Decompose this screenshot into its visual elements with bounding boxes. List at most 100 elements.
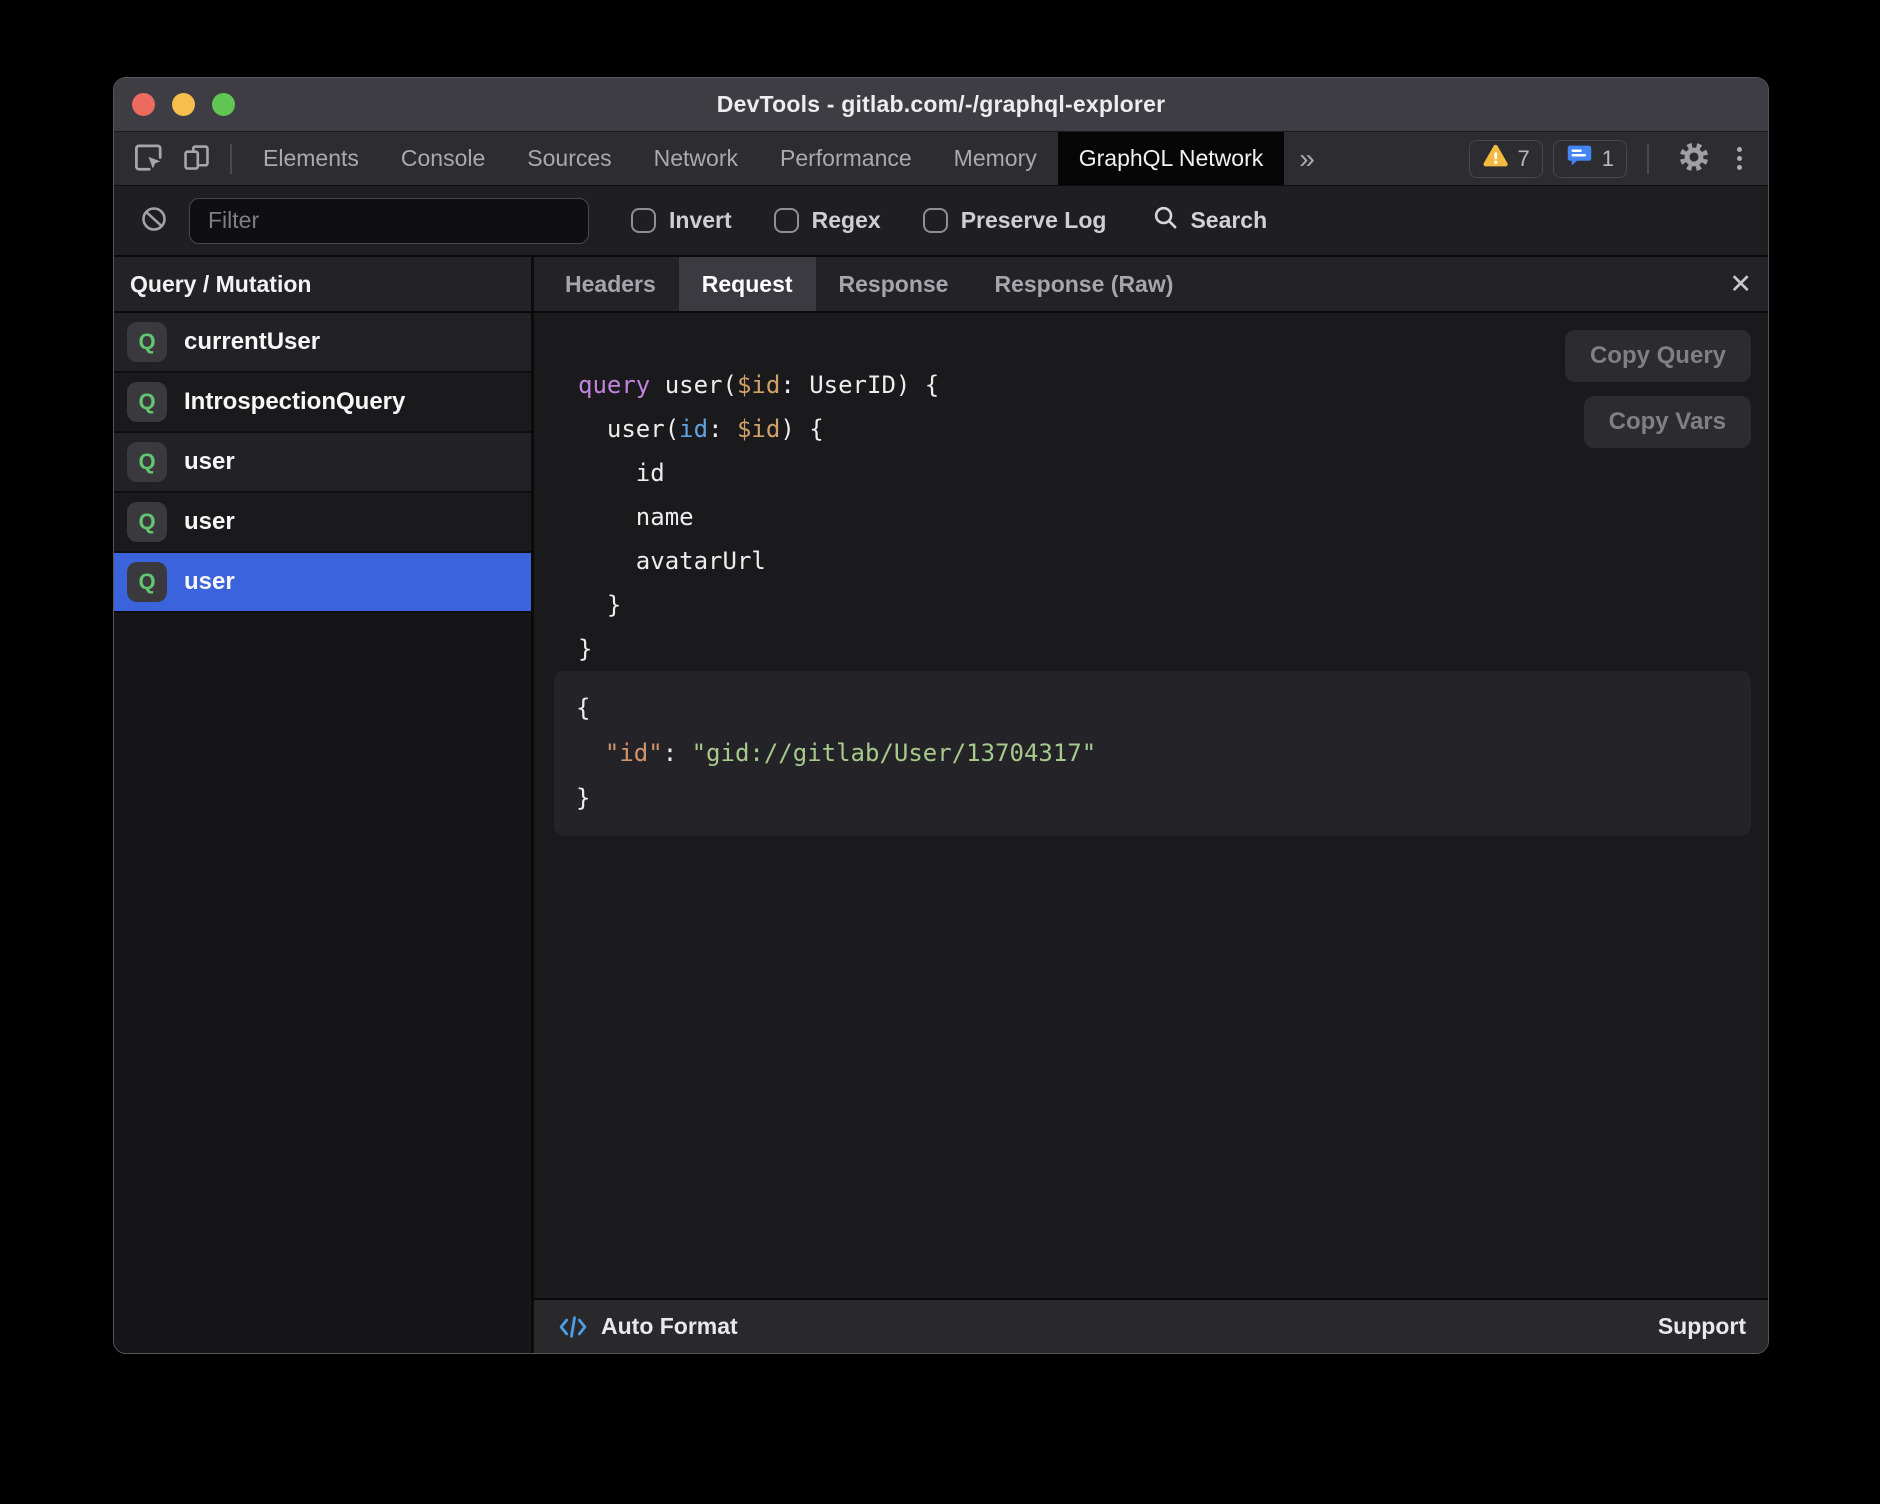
query-name-label: currentUser <box>184 328 320 356</box>
code-token: { <box>576 694 590 722</box>
code-token: } <box>578 635 592 663</box>
device-toolbar-button[interactable] <box>173 132 220 185</box>
query-list: QcurrentUserQIntrospectionQueryQuserQuse… <box>114 313 531 613</box>
query-list-item-introspectionquery[interactable]: Q IntrospectionQuery <box>114 373 531 433</box>
close-window-button[interactable] <box>132 93 155 116</box>
warning-icon <box>1482 144 1509 174</box>
detail-footer: Auto Format Support <box>534 1298 1768 1353</box>
close-detail-button[interactable]: ✕ <box>1729 269 1752 300</box>
devtools-tab-graphql-network[interactable]: GraphQL Network <box>1058 132 1285 185</box>
block-icon <box>140 205 168 236</box>
query-list-item-user[interactable]: Quser <box>114 493 531 553</box>
warnings-badge[interactable]: 7 <box>1469 140 1543 178</box>
more-tabs-button[interactable]: » <box>1284 132 1330 185</box>
code-token: ) { <box>780 415 823 443</box>
traffic-lights <box>132 78 235 131</box>
checkbox-icon[interactable] <box>631 208 656 233</box>
devtools-tab-sources[interactable]: Sources <box>506 132 632 185</box>
titlebar: DevTools - gitlab.com/-/graphql-explorer <box>114 78 1768 132</box>
query-list-item-currentuser[interactable]: QcurrentUser <box>114 313 531 373</box>
devtools-toolbar: ElementsConsoleSourcesNetworkPerformance… <box>114 132 1768 186</box>
device-toolbar-icon <box>181 142 212 176</box>
code-token: : <box>663 739 692 767</box>
query-name-label: user <box>184 448 235 476</box>
copy-buttons-group: Copy Query Copy Vars <box>1565 330 1751 448</box>
query-type-badge: Q <box>127 502 167 542</box>
detail-tabs: HeadersRequestResponseResponse (Raw) ✕ <box>534 257 1768 313</box>
code-token: "id" <box>605 739 663 767</box>
query-type-badge: Q <box>127 322 167 362</box>
filter-bar: Invert Regex Preserve Log Search <box>114 186 1768 257</box>
code-token: user( <box>578 415 679 443</box>
code-token: id <box>679 415 708 443</box>
code-token: id <box>578 459 665 487</box>
detail-panel: HeadersRequestResponseResponse (Raw) ✕ Co… <box>534 257 1768 1353</box>
query-name-label: user <box>184 508 235 536</box>
more-options-kebab-button[interactable] <box>1729 147 1750 170</box>
gear-icon <box>1677 140 1711 177</box>
copy-query-button[interactable]: Copy Query <box>1565 330 1751 382</box>
code-token: "gid://gitlab/User/13704317" <box>692 739 1097 767</box>
code-token: $id <box>737 371 780 399</box>
fullscreen-window-button[interactable] <box>212 93 235 116</box>
devtools-tab-memory[interactable]: Memory <box>933 132 1058 185</box>
request-code-area: Copy Query Copy Vars query user( $id: Use… <box>534 313 1768 1298</box>
query-variables-code: { "id": "gid://gitlab/User/13704317" } <box>576 686 1731 821</box>
filter-input[interactable] <box>189 198 589 244</box>
copy-vars-button[interactable]: Copy Vars <box>1584 396 1751 448</box>
search-label: Search <box>1190 207 1267 234</box>
message-count: 1 <box>1602 146 1614 172</box>
search-icon <box>1152 204 1179 237</box>
devtools-tab-performance[interactable]: Performance <box>759 132 933 185</box>
toolbar-separator <box>230 144 232 174</box>
checkbox-label: Invert <box>669 207 732 234</box>
checkbox-invert[interactable]: Invert <box>631 207 732 234</box>
query-type-badge: Q <box>127 442 167 482</box>
devtools-tab-network[interactable]: Network <box>633 132 759 185</box>
main-split: Query / Mutation QcurrentUserQIntrospect… <box>114 257 1768 1353</box>
checkbox-label: Regex <box>812 207 881 234</box>
devtools-tab-console[interactable]: Console <box>380 132 506 185</box>
code-token: query <box>578 371 650 399</box>
detail-tab-request[interactable]: Request <box>679 257 816 311</box>
clear-requests-button[interactable] <box>132 205 176 236</box>
auto-format-icon <box>558 1314 588 1340</box>
inspect-element-button[interactable] <box>124 132 173 185</box>
warning-count: 7 <box>1518 146 1530 172</box>
window-title: DevTools - gitlab.com/-/graphql-explorer <box>717 91 1165 118</box>
code-token: $id <box>737 415 780 443</box>
message-bubble-icon <box>1566 143 1593 174</box>
code-token: } <box>578 591 621 619</box>
query-name-label: IntrospectionQuery <box>184 388 405 416</box>
auto-format-label[interactable]: Auto Format <box>601 1313 738 1340</box>
support-link[interactable]: Support <box>1658 1313 1746 1340</box>
code-token: name <box>578 503 694 531</box>
checkbox-regex[interactable]: Regex <box>774 207 881 234</box>
checkbox-icon[interactable] <box>774 208 799 233</box>
sidebar-header: Query / Mutation <box>114 257 531 313</box>
detail-tab-headers[interactable]: Headers <box>542 257 679 311</box>
toolbar-separator <box>1647 144 1649 174</box>
devtools-tab-elements[interactable]: Elements <box>242 132 380 185</box>
search-control[interactable]: Search <box>1152 204 1267 237</box>
query-sidebar: Query / Mutation QcurrentUserQIntrospect… <box>114 257 534 1353</box>
query-variables-box: { "id": "gid://gitlab/User/13704317" } <box>554 671 1751 836</box>
code-token <box>576 739 605 767</box>
query-list-item-user[interactable]: Quser <box>114 553 531 613</box>
filter-options: Invert Regex Preserve Log <box>589 207 1106 234</box>
settings-gear-button[interactable] <box>1669 140 1719 177</box>
detail-tab-response[interactable]: Response <box>816 257 972 311</box>
code-token: } <box>576 784 590 812</box>
query-type-badge: Q <box>127 562 167 602</box>
query-list-item-user[interactable]: Quser <box>114 433 531 493</box>
checkbox-preserve-log[interactable]: Preserve Log <box>923 207 1107 234</box>
checkbox-icon[interactable] <box>923 208 948 233</box>
minimize-window-button[interactable] <box>172 93 195 116</box>
query-type-badge: Q <box>127 382 167 422</box>
code-token: : <box>708 415 737 443</box>
messages-badge[interactable]: 1 <box>1553 140 1627 178</box>
desktop-background: DevTools - gitlab.com/-/graphql-explorer <box>0 0 1880 1504</box>
detail-tab-response-raw[interactable]: Response (Raw) <box>971 257 1196 311</box>
devtools-window: DevTools - gitlab.com/-/graphql-explorer <box>113 77 1769 1354</box>
code-token: : UserID) { <box>780 371 939 399</box>
